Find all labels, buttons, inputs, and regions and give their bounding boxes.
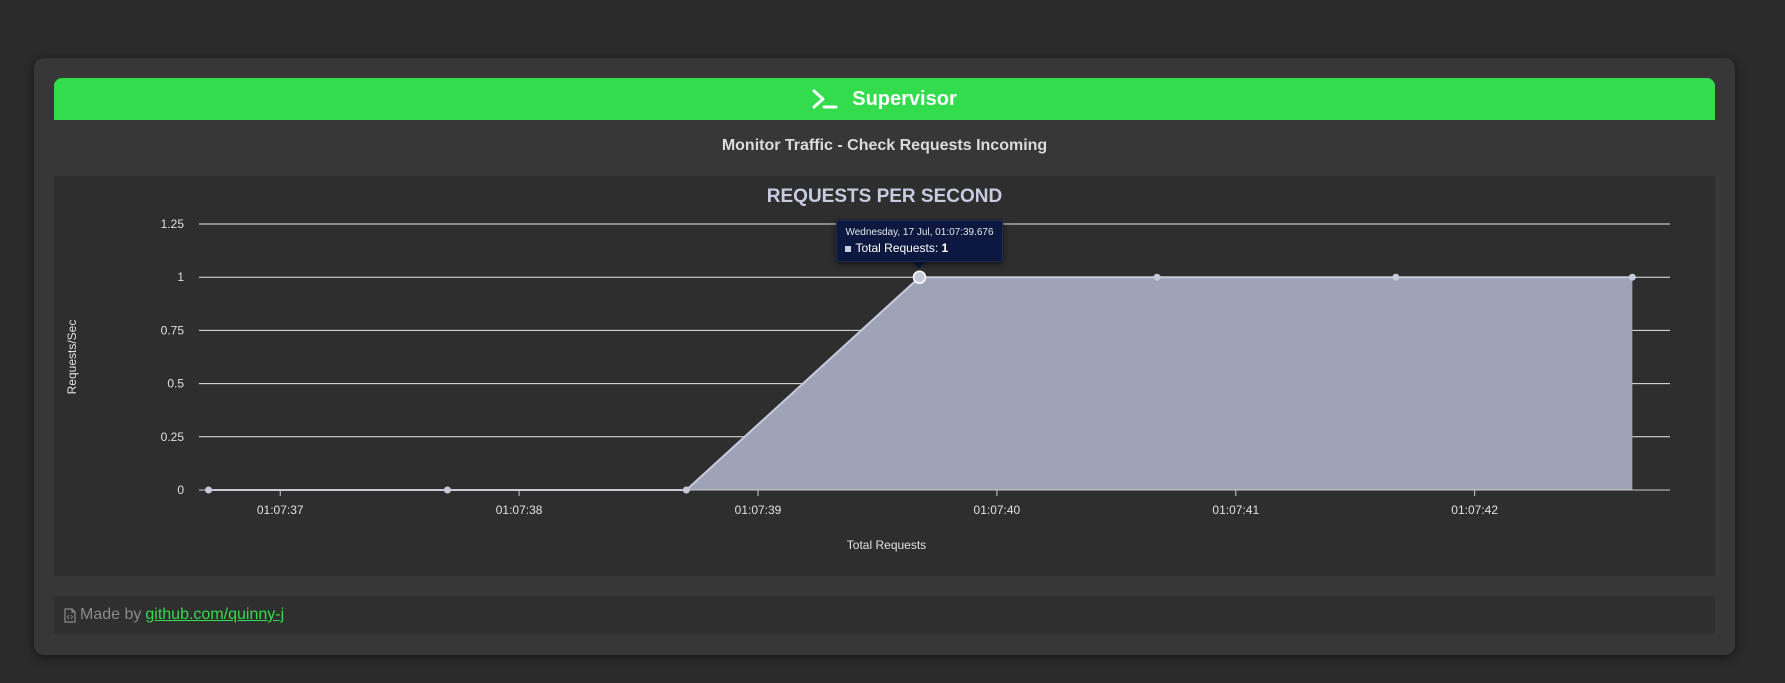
github-link[interactable]: github.com/quinny-j: [145, 606, 284, 624]
y-tick-label: 0.75: [161, 323, 185, 337]
x-tick-label: 01:07:38: [496, 503, 543, 517]
main-card: Supervisor Monitor Traffic - Check Reque…: [34, 58, 1735, 655]
data-point: [912, 270, 927, 284]
terminal-icon: [812, 89, 838, 109]
tooltip-date: Wednesday, 17 Jul, 01:07:39.676: [845, 227, 994, 239]
file-code-icon: [64, 607, 76, 623]
y-tick-label: 1: [177, 270, 184, 284]
x-tick-label: 01:07:42: [1451, 503, 1498, 517]
data-point: [1392, 273, 1400, 281]
tooltip-series-label: Total Requests:: [855, 241, 942, 256]
header-bar: Supervisor: [54, 78, 1715, 120]
footer: Made by github.com/quinny-j: [54, 596, 1715, 634]
page-subtitle: Monitor Traffic - Check Requests Incomin…: [721, 137, 1048, 154]
chart-panel: REQUESTS PER SECOND 0 0.25 0.5 0.75 1 1.25 01:0…: [54, 176, 1715, 576]
x-axis-title: Total Requests: [847, 538, 926, 552]
tooltip-arrow: [913, 262, 926, 270]
x-tick-label: 01:07:40: [974, 503, 1021, 517]
y-tick-label: 1.25: [161, 217, 185, 231]
data-point: [1153, 273, 1161, 281]
tooltip-line: Total Requests: 1: [845, 241, 993, 255]
app-title: Supervisor: [852, 87, 957, 110]
data-point: [443, 486, 451, 494]
data-point: [682, 486, 690, 494]
tooltip-value: 1: [941, 241, 949, 256]
series-marker-icon: [845, 246, 852, 253]
data-point: [1628, 273, 1636, 281]
data-point: [205, 486, 213, 494]
made-by-text: Made by: [80, 606, 142, 623]
y-tick-label: 0: [177, 483, 184, 497]
x-tick-label: 01:07:37: [257, 503, 304, 517]
y-tick-label: 0.5: [167, 377, 184, 391]
y-axis-title: Requests/Sec: [65, 320, 79, 395]
x-tick-label: 01:07:39: [735, 503, 782, 517]
chart-title: REQUESTS PER SECOND: [767, 186, 1002, 207]
chart-tooltip: Wednesday, 17 Jul, 01:07:39.676 Total Re…: [836, 220, 1003, 263]
x-tick-label: 01:07:41: [1212, 503, 1259, 517]
y-tick-label: 0.25: [161, 430, 185, 444]
